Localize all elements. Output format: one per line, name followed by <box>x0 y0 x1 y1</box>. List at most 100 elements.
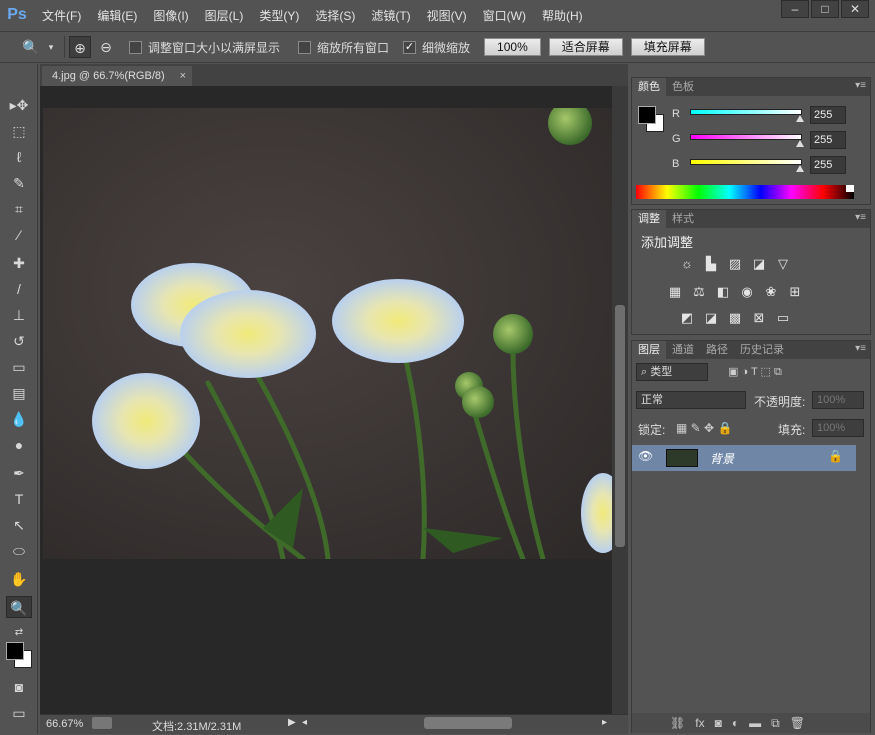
history-brush-icon[interactable]: ↺ <box>6 330 32 352</box>
color-spectrum-bar[interactable] <box>636 185 854 199</box>
red-slider[interactable]: R 255 <box>672 106 872 126</box>
spectrum-white-swatch[interactable] <box>846 185 854 192</box>
menu-layer[interactable]: 图层(L) <box>197 7 252 24</box>
scroll-left-icon[interactable]: ◂ <box>302 717 307 728</box>
healing-brush-icon[interactable]: ✚ <box>6 252 32 274</box>
new-adjustment-icon[interactable]: ◐ <box>732 716 739 730</box>
proof-icon[interactable] <box>92 717 112 729</box>
curves-icon[interactable]: ▨ <box>726 256 744 272</box>
invert-icon[interactable]: ◩ <box>678 310 696 326</box>
lasso-tool-icon[interactable]: ℓ <box>6 146 32 168</box>
panel-menu-icon[interactable]: ▾≡ <box>855 80 866 91</box>
tab-color[interactable]: 颜色 <box>632 78 666 96</box>
lock-icons[interactable]: ▦ ✎ ✥ 🔒 <box>676 421 732 435</box>
posterize-icon[interactable]: ◪ <box>702 310 720 326</box>
fill-screen-button[interactable]: 填充屏幕 <box>630 38 705 56</box>
close-icon[interactable]: ✕ <box>841 0 869 18</box>
zoom-tool-active-icon[interactable]: 🔍 <box>6 596 32 618</box>
pen-tool-icon[interactable]: ✒ <box>6 462 32 484</box>
tab-channels[interactable]: 通道 <box>666 341 700 359</box>
foreground-color-swatch[interactable] <box>6 642 24 660</box>
green-value[interactable]: 255 <box>810 131 846 149</box>
menu-edit[interactable]: 编辑(E) <box>89 7 145 24</box>
new-layer-icon[interactable]: ⧉ <box>771 716 780 730</box>
zoom-tool-icon[interactable]: 🔍 <box>20 36 42 58</box>
menu-filter[interactable]: 滤镜(T) <box>363 7 418 24</box>
panel-menu-icon[interactable]: ▾≡ <box>855 343 866 354</box>
quick-mask-icon[interactable]: ◙ <box>6 676 32 698</box>
ellipse-tool-icon[interactable]: ⬭ <box>6 540 32 562</box>
channel-mixer-icon[interactable]: ❀ <box>762 284 780 300</box>
minimize-icon[interactable]: – <box>781 0 809 18</box>
zoom-out-icon[interactable]: ⊖ <box>95 36 117 58</box>
layer-row-background[interactable]: 👁 背景 🔒 <box>632 445 856 471</box>
menu-help[interactable]: 帮助(H) <box>534 7 591 24</box>
move-tool-icon[interactable]: ▸✥ <box>6 94 32 116</box>
gradient-map-icon[interactable]: ▭ <box>774 310 792 326</box>
clone-stamp-icon[interactable]: ⊥ <box>6 304 32 326</box>
hand-tool-icon[interactable]: ✋ <box>6 568 32 590</box>
zoom-100-button[interactable]: 100% <box>484 38 541 56</box>
levels-icon[interactable]: ▙ <box>702 256 720 272</box>
fit-screen-button[interactable]: 适合屏幕 <box>548 38 623 56</box>
red-value[interactable]: 255 <box>810 106 846 124</box>
gradient-tool-icon[interactable]: ▤ <box>6 382 32 404</box>
menu-view[interactable]: 视图(V) <box>419 7 475 24</box>
green-slider[interactable]: G 255 <box>672 131 872 151</box>
photo-filter-icon[interactable]: ◉ <box>738 284 756 300</box>
maximize-icon[interactable]: □ <box>811 0 839 18</box>
panel-fg-swatch[interactable] <box>638 106 656 124</box>
path-selection-icon[interactable]: ↖ <box>6 514 32 536</box>
zoom-in-icon[interactable]: ⊕ <box>69 36 91 58</box>
zoom-level[interactable]: 66.67% <box>46 718 83 730</box>
hue-saturation-icon[interactable]: ▦ <box>666 284 684 300</box>
delete-layer-icon[interactable]: 🗑 <box>790 716 805 730</box>
close-tab-icon[interactable]: × <box>180 66 186 86</box>
tab-paths[interactable]: 路径 <box>700 341 734 359</box>
blue-value[interactable]: 255 <box>810 156 846 174</box>
blur-tool-icon[interactable]: 💧 <box>6 408 32 430</box>
blue-slider-knob[interactable] <box>796 165 804 172</box>
panel-menu-icon[interactable]: ▾≡ <box>855 212 866 223</box>
color-balance-icon[interactable]: ⚖ <box>690 284 708 300</box>
menu-file[interactable]: 文件(F) <box>34 7 89 24</box>
document-image[interactable] <box>43 108 613 559</box>
color-lookup-icon[interactable]: ⊞ <box>786 284 804 300</box>
layer-filter-select[interactable]: ⌕ 类型 <box>636 363 708 381</box>
tool-preset-dropdown-icon[interactable]: ▾ <box>46 36 56 58</box>
eyedropper-tool-icon[interactable]: ⁄ <box>6 224 32 246</box>
red-slider-track[interactable] <box>690 109 802 115</box>
exposure-icon[interactable]: ◪ <box>750 256 768 272</box>
blend-mode-select[interactable]: 正常 <box>636 391 746 409</box>
vibrance-icon[interactable]: ▽ <box>774 256 792 272</box>
vertical-scroll-thumb[interactable] <box>615 305 625 547</box>
swap-colors-icon[interactable]: ⇄ <box>6 622 32 644</box>
opacity-field[interactable]: 100% <box>812 391 864 409</box>
brightness-contrast-icon[interactable]: ☼ <box>678 256 696 272</box>
blue-slider[interactable]: B 255 <box>672 156 872 176</box>
menu-image[interactable]: 图像(I) <box>145 7 196 24</box>
new-group-icon[interactable]: ▬ <box>749 716 761 730</box>
crop-tool-icon[interactable]: ⌗ <box>6 198 32 220</box>
menu-window[interactable]: 窗口(W) <box>475 7 534 24</box>
tab-swatches[interactable]: 色板 <box>666 78 700 96</box>
quick-selection-icon[interactable]: ✎ <box>6 172 32 194</box>
selective-color-icon[interactable]: ⊠ <box>750 310 768 326</box>
type-tool-icon[interactable]: T <box>6 488 32 510</box>
horizontal-scroll-thumb[interactable] <box>424 717 512 729</box>
green-slider-knob[interactable] <box>796 140 804 147</box>
document-tab[interactable]: 4.jpg @ 66.7%(RGB/8) × <box>42 66 192 86</box>
fill-field[interactable]: 100% <box>812 419 864 437</box>
menu-select[interactable]: 选择(S) <box>307 7 363 24</box>
black-white-icon[interactable]: ◧ <box>714 284 732 300</box>
link-layers-icon[interactable]: ⛓ <box>670 716 685 730</box>
blue-slider-track[interactable] <box>690 159 802 165</box>
screen-mode-icon[interactable]: ▭ <box>6 702 32 724</box>
dodge-tool-icon[interactable]: ● <box>6 434 32 456</box>
layer-name[interactable]: 背景 <box>710 450 734 467</box>
eraser-tool-icon[interactable]: ▭ <box>6 356 32 378</box>
scrubby-zoom-checkbox[interactable]: ✓ <box>403 40 417 54</box>
zoom-all-checkbox[interactable] <box>298 40 312 54</box>
tab-layers[interactable]: 图层 <box>632 341 666 359</box>
green-slider-track[interactable] <box>690 134 802 140</box>
